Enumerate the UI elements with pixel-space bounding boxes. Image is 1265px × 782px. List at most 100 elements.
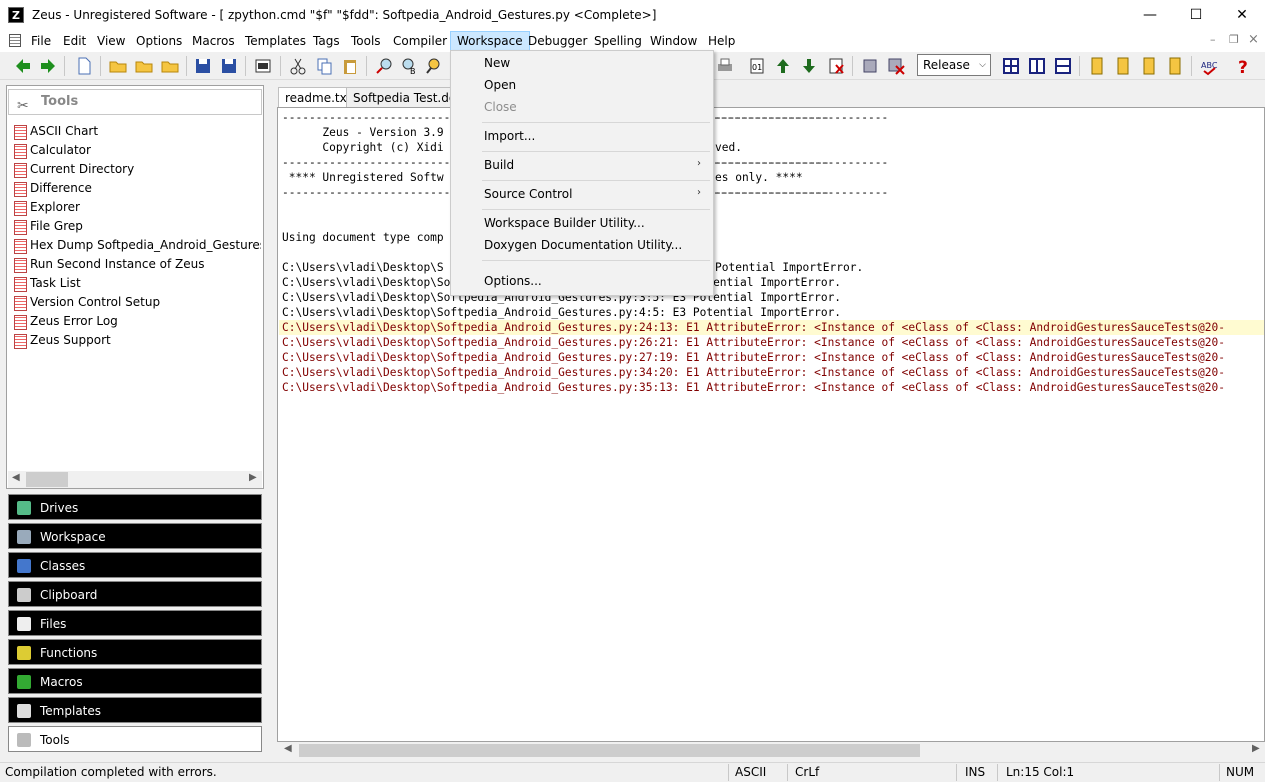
help-icon[interactable]: ? bbox=[1233, 56, 1253, 76]
menu-separator bbox=[482, 260, 710, 261]
tool-item-difference[interactable]: Difference bbox=[14, 179, 92, 198]
back-arrow-icon[interactable] bbox=[13, 56, 33, 76]
svg-text:B: B bbox=[410, 67, 416, 76]
menu-window[interactable]: Window bbox=[644, 31, 703, 52]
panel-classes-button[interactable]: Classes bbox=[8, 552, 262, 578]
paste-icon[interactable] bbox=[340, 56, 360, 76]
print-preview-icon[interactable] bbox=[253, 56, 273, 76]
editor-horizontal-scrollbar[interactable]: ◀ ▶ bbox=[278, 742, 1265, 759]
scroll-left-icon[interactable]: ◀ bbox=[284, 743, 292, 754]
tool-item-ascii-chart[interactable]: ASCII Chart bbox=[14, 122, 98, 141]
panel-workspace-button[interactable]: Workspace bbox=[8, 523, 262, 549]
workspace-menu-source-control[interactable]: Source Control bbox=[484, 183, 572, 205]
menu-view[interactable]: View bbox=[91, 31, 131, 52]
close-button[interactable]: ✕ bbox=[1219, 0, 1265, 31]
menu-spelling[interactable]: Spelling bbox=[588, 31, 648, 52]
save-icon[interactable] bbox=[193, 56, 213, 76]
menu-tools[interactable]: Tools bbox=[345, 31, 387, 52]
tool-item-version-control-setup[interactable]: Version Control Setup bbox=[14, 293, 160, 312]
maximize-button[interactable]: ☐ bbox=[1173, 0, 1219, 31]
tool-a-icon[interactable] bbox=[1087, 56, 1107, 76]
stop-compile-icon[interactable] bbox=[886, 56, 906, 76]
replace-icon[interactable]: B bbox=[399, 56, 419, 76]
workspace-menu-open[interactable]: Open bbox=[484, 74, 516, 96]
mdi-minimize-button[interactable]: – bbox=[1210, 33, 1216, 46]
error-line[interactable]: C:\Users\vladi\Desktop\Softpedia_Android… bbox=[282, 380, 1225, 395]
panel-functions-button[interactable]: Functions bbox=[8, 639, 262, 665]
menu-templates[interactable]: Templates bbox=[239, 31, 312, 52]
panel-files-button[interactable]: Files bbox=[8, 610, 262, 636]
compile-icon[interactable] bbox=[860, 56, 880, 76]
menu-help[interactable]: Help bbox=[702, 31, 741, 52]
workspace-menu-new[interactable]: New bbox=[484, 52, 510, 74]
tool-item-current-directory[interactable]: Current Directory bbox=[14, 160, 134, 179]
panel-templates-button[interactable]: Templates bbox=[8, 697, 262, 723]
open-recent-icon[interactable] bbox=[160, 56, 180, 76]
new-file-icon[interactable] bbox=[74, 56, 94, 76]
move-up-icon[interactable] bbox=[773, 56, 793, 76]
scroll-right-icon[interactable]: ▶ bbox=[249, 472, 257, 483]
workspace-menu-import[interactable]: Import... bbox=[484, 125, 535, 147]
menu-compiler[interactable]: Compiler bbox=[387, 31, 453, 52]
tool-d-icon[interactable] bbox=[1165, 56, 1185, 76]
panel-macros-button[interactable]: Macros bbox=[8, 668, 262, 694]
status-line-ending: CrLf bbox=[795, 765, 820, 779]
menu-workspace[interactable]: Workspace bbox=[450, 31, 530, 52]
mdi-restore-button[interactable]: ❐ bbox=[1229, 33, 1239, 46]
error-line[interactable]: C:\Users\vladi\Desktop\Softpedia_Android… bbox=[282, 335, 1225, 350]
scrollbar-thumb[interactable] bbox=[299, 744, 920, 757]
tool-c-icon[interactable] bbox=[1139, 56, 1159, 76]
workspace-menu-build[interactable]: Build bbox=[484, 154, 514, 176]
move-down-icon[interactable] bbox=[799, 56, 819, 76]
copy-icon[interactable] bbox=[314, 56, 334, 76]
error-line[interactable]: C:\Users\vladi\Desktop\Softpedia_Android… bbox=[279, 320, 1264, 335]
menu-options[interactable]: Options bbox=[130, 31, 188, 52]
tool-item-hex-dump[interactable]: Hex Dump Softpedia_Android_Gestures.py..… bbox=[14, 236, 261, 255]
scrollbar-thumb[interactable] bbox=[26, 472, 68, 487]
minimize-button[interactable]: — bbox=[1127, 0, 1173, 31]
find-in-files-icon[interactable] bbox=[425, 56, 445, 76]
menu-tags[interactable]: Tags bbox=[307, 31, 346, 52]
layout-grid-icon[interactable] bbox=[1001, 56, 1021, 76]
zeus-app-icon[interactable]: Z bbox=[8, 7, 24, 23]
tool-item-explorer[interactable]: Explorer bbox=[14, 198, 80, 217]
open-workspace-icon[interactable] bbox=[134, 56, 154, 76]
workspace-menu-builder-utility[interactable]: Workspace Builder Utility... bbox=[484, 212, 645, 234]
clear-bookmarks-icon[interactable] bbox=[826, 56, 846, 76]
workspace-menu-doxygen-utility[interactable]: Doxygen Documentation Utility... bbox=[484, 234, 682, 256]
error-line[interactable]: C:\Users\vladi\Desktop\Softpedia_Android… bbox=[282, 350, 1225, 365]
tool-item-file-grep[interactable]: File Grep bbox=[14, 217, 83, 236]
workspace-menu-options[interactable]: Options... bbox=[484, 270, 542, 292]
menu-file[interactable]: File bbox=[25, 31, 57, 52]
layout-rows-icon[interactable] bbox=[1053, 56, 1073, 76]
spell-check-icon[interactable]: ABC bbox=[1199, 56, 1219, 76]
tool-item-zeus-support[interactable]: Zeus Support bbox=[14, 331, 111, 350]
menu-macros[interactable]: Macros bbox=[186, 31, 241, 52]
cut-icon[interactable] bbox=[288, 56, 308, 76]
open-folder-icon[interactable] bbox=[108, 56, 128, 76]
print-icon[interactable] bbox=[715, 56, 735, 76]
tool-item-task-list[interactable]: Task List bbox=[14, 274, 81, 293]
panel-tools-button[interactable]: Tools bbox=[8, 726, 262, 752]
tools-panel-scrollbar[interactable]: ◀ ▶ bbox=[8, 471, 262, 488]
layout-columns-icon[interactable] bbox=[1027, 56, 1047, 76]
bookmark-icon[interactable]: 01 bbox=[747, 56, 767, 76]
editor-output[interactable]: ----------------- ----------------- ------… bbox=[277, 107, 1265, 742]
menu-debugger[interactable]: Debugger bbox=[522, 31, 593, 52]
build-config-select[interactable]: Release ⌵ bbox=[917, 54, 991, 76]
scroll-right-icon[interactable]: ▶ bbox=[1252, 743, 1260, 754]
save-all-icon[interactable] bbox=[219, 56, 239, 76]
tool-item-run-second-instance[interactable]: Run Second Instance of Zeus bbox=[14, 255, 205, 274]
error-line[interactable]: C:\Users\vladi\Desktop\Softpedia_Android… bbox=[282, 365, 1225, 380]
tool-item-calculator[interactable]: Calculator bbox=[14, 141, 91, 160]
mdi-close-button[interactable]: × bbox=[1248, 32, 1259, 47]
scroll-left-icon[interactable]: ◀ bbox=[12, 472, 20, 483]
find-icon[interactable] bbox=[374, 56, 394, 76]
forward-arrow-icon[interactable] bbox=[38, 56, 58, 76]
menu-edit[interactable]: Edit bbox=[57, 31, 92, 52]
tool-item-zeus-error-log[interactable]: Zeus Error Log bbox=[14, 312, 118, 331]
panel-clipboard-button[interactable]: Clipboard bbox=[8, 581, 262, 607]
panel-drives-button[interactable]: Drives bbox=[8, 494, 262, 520]
document-icon[interactable] bbox=[9, 34, 21, 47]
tool-b-icon[interactable] bbox=[1113, 56, 1133, 76]
